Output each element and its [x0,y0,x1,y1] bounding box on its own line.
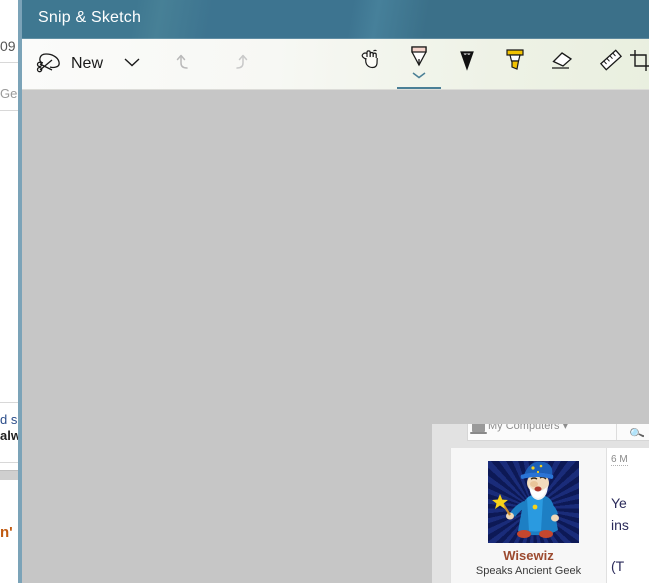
snip-and-sketch-window: Snip & Sketch New My Computers ▾ 🔍 Wisew… [18,0,649,583]
snipped-image[interactable]: My Computers ▾ 🔍 Wisewiz Speaks Ancient … [432,424,649,583]
post-text-line: (T [611,558,625,574]
ruler-icon [597,47,625,78]
undo-arrow-icon [174,50,198,79]
bg-text-fragment: 09 [0,38,16,54]
post-timestamp: 6 M [611,454,628,466]
post-username[interactable]: Wisewiz [451,548,606,563]
bg-text-fragment: d s [0,412,18,427]
touch-hand-icon [357,47,385,78]
bg-text-fragment: n' [0,524,13,541]
new-snip-button[interactable]: New [22,39,109,89]
crop-tool[interactable] [630,39,649,89]
pen-options-chevron-icon[interactable] [411,66,427,84]
window-title: Snip & Sketch [38,9,142,26]
post-user-card: Wisewiz Speaks Ancient Geek Power User [450,448,607,583]
eraser-icon [549,47,577,78]
chevron-down-icon [122,55,142,74]
snip-canvas[interactable]: My Computers ▾ 🔍 Wisewiz Speaks Ancient … [22,90,649,583]
forum-tab-text: My Computers [488,424,560,432]
computer-icon [470,424,487,434]
ballpoint-pen-tool[interactable] [395,39,443,89]
bg-text-fragment: Ge [0,86,18,101]
highlighter-icon [502,46,528,79]
avatar [488,461,579,543]
new-snip-label: New [71,55,104,72]
wizard-illustration [492,461,559,538]
page-gutter [432,448,450,583]
post-message: 6 M Ye ins (T [607,448,649,583]
touch-writing-tool[interactable] [347,39,395,89]
pencil-icon [455,47,479,78]
forum-tab-label[interactable]: My Computers ▾ [488,424,568,432]
forum-tab-bar: My Computers ▾ 🔍 [467,424,649,441]
pencil-tool[interactable] [443,39,491,89]
new-snip-dropdown-button[interactable] [109,39,155,89]
undo-button[interactable] [163,39,209,89]
snip-scissors-icon [36,50,62,79]
bg-text-fragment: alw [0,428,20,443]
magnifier-icon[interactable]: 🔍 [628,425,646,440]
highlighter-tool[interactable] [491,39,539,89]
post-user-title: Speaks Ancient Geek [475,565,582,577]
redo-button[interactable] [215,39,261,89]
post-bubble-arrow [585,492,594,510]
forum-tab-caret-icon: ▾ [562,424,569,432]
eraser-tool[interactable] [539,39,587,89]
redo-arrow-icon [226,50,250,79]
title-bar[interactable]: Snip & Sketch [22,0,649,39]
selected-tool-indicator [397,87,441,89]
post-text-line: ins [611,517,629,533]
crop-icon [627,47,649,78]
toolbar: New [22,39,649,90]
divider [616,424,617,440]
post-text-line: Ye [611,495,627,511]
forum-post: Wisewiz Speaks Ancient Geek Power User [432,448,649,583]
